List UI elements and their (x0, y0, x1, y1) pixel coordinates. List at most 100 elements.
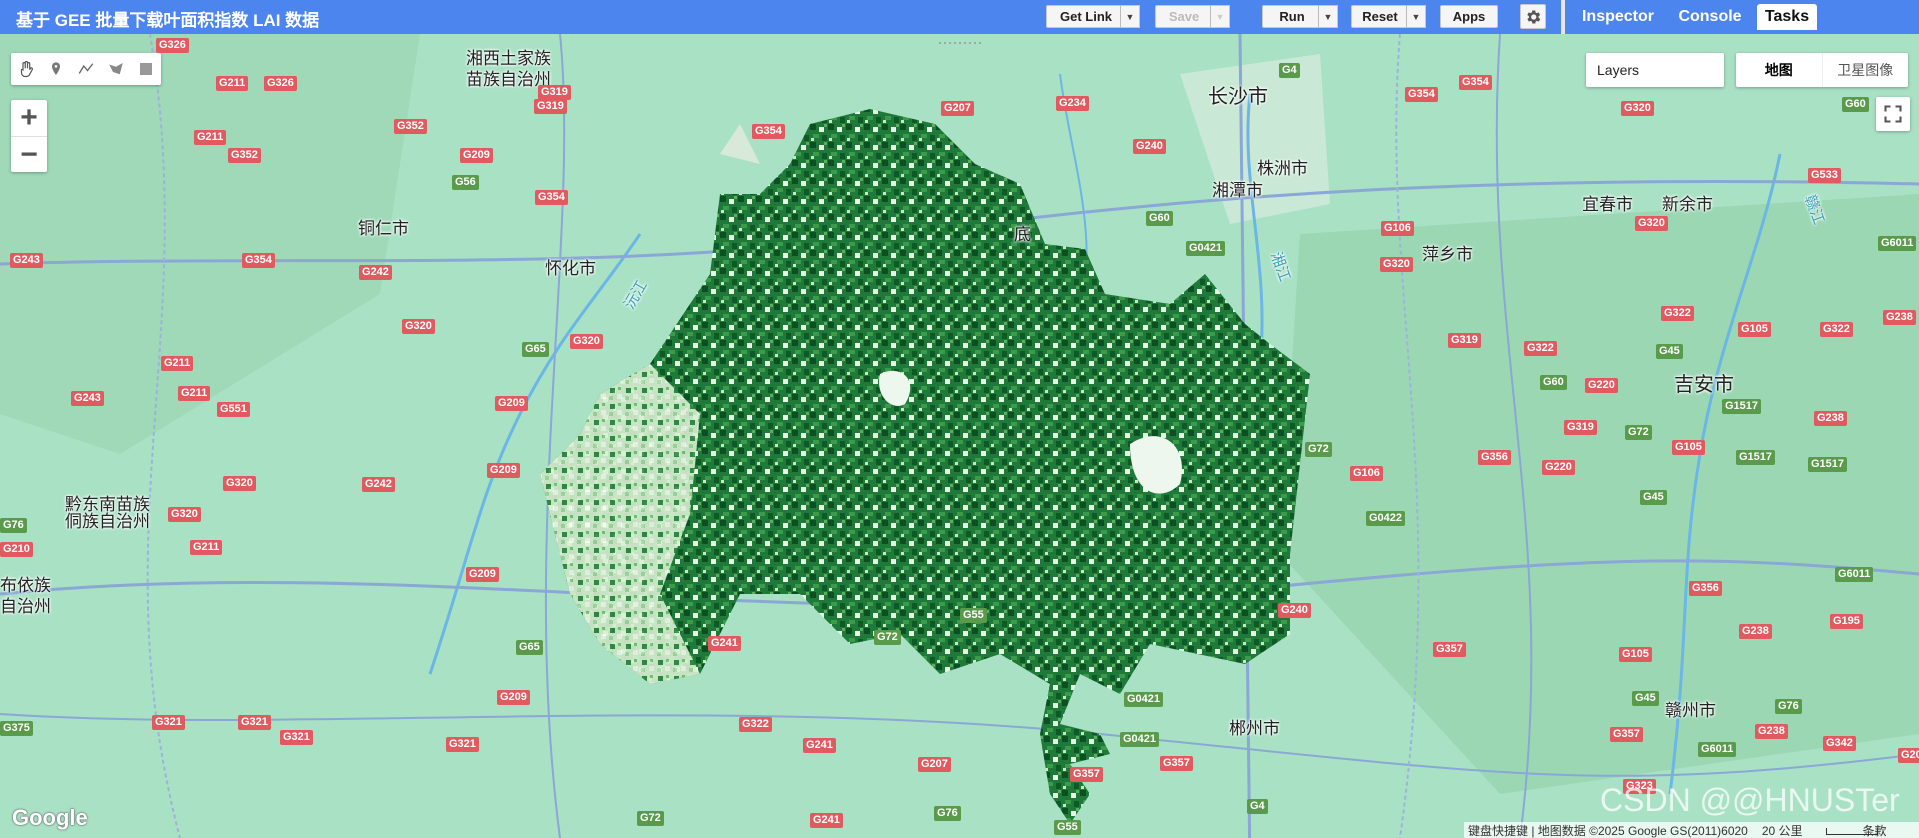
road-shield: G322 (1524, 341, 1557, 356)
get-link-button[interactable]: Get Link (1046, 5, 1126, 28)
road-shield: G321 (238, 715, 271, 730)
reset-dropdown[interactable]: ▼ (1406, 5, 1426, 28)
road-shield: G211 (178, 386, 211, 401)
script-title: 基于 GEE 批量下载叶面积指数 LAI 数据 (16, 11, 320, 30)
road-shield: G1517 (1722, 399, 1762, 414)
road-shield: G209 (497, 690, 530, 705)
chevron-down-icon: ▼ (1323, 11, 1333, 22)
gear-icon (1527, 9, 1541, 24)
road-shield: G0422 (1366, 511, 1406, 526)
road-shield: G320 (402, 319, 435, 334)
road-shield: G105 (1672, 440, 1705, 455)
point-tool[interactable] (41, 53, 71, 85)
road-shield: G65 (516, 640, 543, 655)
run-dropdown[interactable]: ▼ (1318, 5, 1338, 28)
get-link-dropdown[interactable]: ▼ (1120, 5, 1140, 28)
road-shield: G211 (190, 540, 223, 555)
road-shield: G4 (1247, 799, 1268, 814)
zoom-in-button[interactable]: + (11, 100, 47, 136)
road-shield: G211 (161, 356, 194, 371)
tab-inspector[interactable]: Inspector (1572, 4, 1664, 30)
city-label: 怀化市 (545, 259, 596, 278)
road-shield: G0421 (1186, 241, 1226, 256)
road-shield: G210 (0, 542, 33, 557)
scale-label: 20 公里 (1761, 823, 1803, 838)
road-shield: G352 (228, 148, 261, 163)
road-shield: G326 (264, 76, 297, 91)
road-shield: G243 (71, 391, 104, 406)
run-button[interactable]: Run (1262, 5, 1322, 28)
city-label: 铜仁市 (358, 219, 409, 238)
panel-divider[interactable] (1561, 0, 1565, 34)
road-shield: G0421 (1124, 692, 1164, 707)
city-label: 萍乡市 (1422, 245, 1473, 264)
road-shield: G533 (1808, 168, 1841, 183)
zoom-control: + − (11, 100, 47, 172)
settings-button[interactable] (1520, 4, 1546, 29)
reset-button[interactable]: Reset (1351, 5, 1409, 28)
road-shield: G356 (1478, 450, 1511, 465)
road-shield: G322 (1820, 322, 1853, 337)
road-shield: G320 (168, 507, 201, 522)
road-shield: G76 (1775, 699, 1802, 714)
google-logo: Google (12, 805, 88, 830)
road-shield: G106 (1350, 466, 1383, 481)
scale-bar (1826, 828, 1878, 835)
road-shield: G320 (223, 476, 256, 491)
zoom-out-button[interactable]: − (11, 136, 47, 173)
road-shield: G241 (708, 636, 741, 651)
save-dropdown[interactable]: ▼ (1210, 5, 1230, 28)
road-shield: G240 (1133, 139, 1166, 154)
map-type-satellite[interactable]: 卫星图像 (1821, 53, 1909, 87)
layers-button[interactable]: Layers (1586, 53, 1724, 87)
road-shield: G65 (522, 342, 549, 357)
road-shield: G60 (1842, 97, 1869, 112)
road-shield: G55 (1054, 820, 1081, 835)
line-tool[interactable] (71, 53, 101, 85)
tab-tasks[interactable]: Tasks (1757, 4, 1817, 30)
road-shield: G105 (1738, 322, 1771, 337)
map-type-roadmap[interactable]: 地图 (1736, 53, 1822, 87)
fullscreen-button[interactable] (1876, 97, 1910, 131)
panel-resize-handle[interactable] (935, 34, 985, 44)
polygon-tool[interactable] (101, 53, 131, 85)
city-label: 赣州市 (1665, 701, 1716, 720)
road-shield: G356 (1689, 581, 1722, 596)
chevron-down-icon: ▼ (1125, 11, 1135, 22)
drawing-tools (11, 53, 161, 85)
road-shield: G241 (803, 738, 836, 753)
road-shield: G354 (242, 253, 275, 268)
road-shield: G238 (1814, 411, 1847, 426)
road-shield: G354 (1459, 75, 1492, 90)
road-shield: G357 (1160, 756, 1193, 771)
attribution-text[interactable]: 键盘快捷键 | 地图数据 ©2025 Google GS(2011)6020 (1464, 822, 1748, 838)
road-shield: G238 (1883, 310, 1916, 325)
city-label: 侗族自治州 (65, 512, 150, 531)
road-shield: G354 (752, 124, 785, 139)
city-label: 长沙市 (1208, 86, 1268, 108)
city-label: 宜春市 (1582, 195, 1633, 214)
line-icon (78, 63, 94, 74)
tab-console[interactable]: Console (1669, 4, 1751, 30)
road-shield: G357 (1433, 642, 1466, 657)
road-shield: G6011 (1835, 567, 1874, 582)
road-shield: G72 (874, 630, 901, 645)
pan-tool[interactable] (11, 53, 41, 85)
rectangle-tool[interactable] (131, 53, 161, 85)
road-shield: G105 (1619, 647, 1652, 662)
road-shield: G354 (535, 190, 568, 205)
road-shield: G319 (534, 99, 567, 114)
road-shield: G76 (934, 806, 961, 821)
road-shield: G211 (216, 76, 249, 91)
road-shield: G220 (1585, 378, 1618, 393)
road-shield: G238 (1739, 624, 1772, 639)
road-shield: G242 (362, 477, 395, 492)
road-shield: G322 (739, 717, 772, 732)
map-view[interactable]: + − Layers 地图 卫星图像 湘西土家族 苗族自治州 长沙市 株洲市 湘… (0, 34, 1919, 838)
city-label: 自治州 (0, 597, 51, 616)
road-shield: G357 (1070, 767, 1103, 782)
apps-button[interactable]: Apps (1440, 5, 1498, 28)
road-shield: G72 (637, 811, 664, 826)
road-shield: G72 (1305, 442, 1332, 457)
save-button[interactable]: Save (1155, 5, 1213, 28)
